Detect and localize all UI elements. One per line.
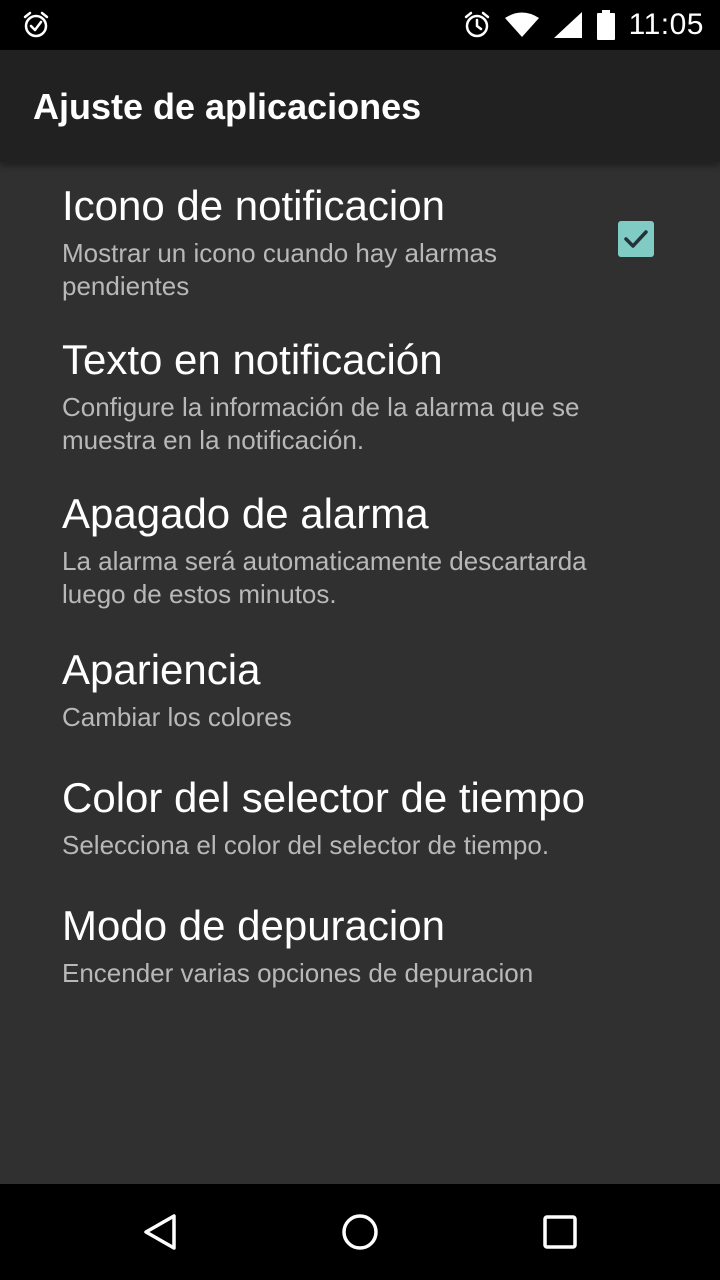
pref-title: Apagado de alarma	[62, 490, 429, 537]
battery-icon	[596, 10, 615, 40]
home-button[interactable]	[336, 1208, 384, 1256]
wifi-icon	[504, 12, 539, 38]
pref-item-debug-mode[interactable]: Modo de depuracion Encender varias opcio…	[0, 880, 720, 1008]
pref-title: Texto en notificación	[62, 336, 443, 383]
settings-screen: 11:05 Ajuste de aplicaciones Icono de no…	[0, 0, 720, 1280]
alarm-clock-icon	[463, 11, 491, 39]
app-toolbar: Ajuste de aplicaciones	[0, 50, 720, 162]
recents-button[interactable]	[536, 1208, 584, 1256]
pref-title: Icono de notificacion	[62, 182, 445, 229]
home-icon	[342, 1214, 378, 1250]
pref-item-appearance[interactable]: Apariencia Cambiar los colores	[0, 624, 720, 752]
pref-item-notification-text[interactable]: Texto en notificación Configure la infor…	[0, 316, 720, 470]
pref-title: Modo de depuracion	[62, 902, 445, 949]
signal-icon	[553, 11, 583, 39]
status-bar: 11:05	[0, 0, 720, 50]
check-icon	[624, 230, 648, 248]
navigation-bar	[0, 1184, 720, 1280]
status-icons: 11:05	[463, 0, 704, 50]
pref-item-time-picker-color[interactable]: Color del selector de tiempo Selecciona …	[0, 752, 720, 880]
notification-icon-checkbox[interactable]	[618, 221, 654, 257]
pref-summary: Encender varias opciones de depuracion	[62, 958, 534, 988]
pref-summary: Mostrar un icono cuando hay alarmas pend…	[62, 238, 498, 301]
pref-summary: Cambiar los colores	[62, 702, 292, 732]
pref-item-notification-icon[interactable]: Icono de notificacion Mostrar un icono c…	[0, 162, 720, 316]
pref-title: Apariencia	[62, 646, 261, 693]
page-title: Ajuste de aplicaciones	[33, 86, 422, 127]
pref-title: Color del selector de tiempo	[62, 774, 585, 821]
recents-icon	[543, 1215, 577, 1249]
back-icon	[144, 1214, 176, 1250]
status-clock: 11:05	[628, 8, 704, 41]
alarm-check-icon	[22, 11, 50, 39]
back-button[interactable]	[136, 1208, 184, 1256]
pref-summary: Configure la información de la alarma qu…	[62, 392, 580, 455]
pref-item-alarm-shutoff[interactable]: Apagado de alarma La alarma será automat…	[0, 470, 720, 624]
pref-summary: Selecciona el color del selector de tiem…	[62, 830, 550, 860]
pref-summary: La alarma será automaticamente descartar…	[62, 546, 587, 609]
